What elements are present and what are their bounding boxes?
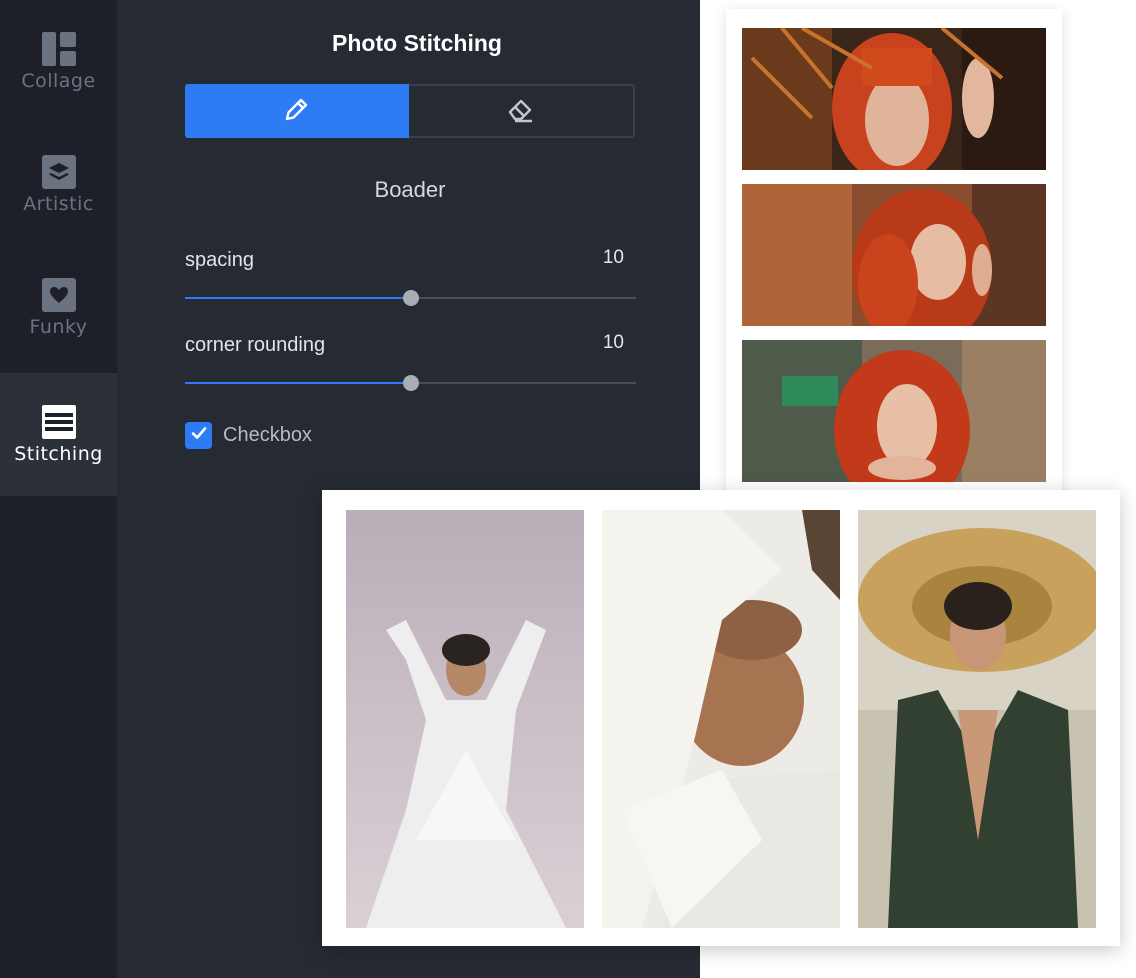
- spacing-slider[interactable]: [185, 290, 636, 306]
- slider-thumb[interactable]: [402, 375, 419, 391]
- photo-straw-hat: [858, 510, 1096, 928]
- slider-thumb[interactable]: [402, 290, 419, 306]
- section-title: Boader: [374, 177, 446, 202]
- sidebar-item-label: Funky: [29, 315, 88, 338]
- mode-toggle: [185, 84, 635, 138]
- sidebar-item-funky[interactable]: Funky: [0, 246, 117, 369]
- panel-title: Photo Stitching: [332, 30, 502, 56]
- heart-icon: [41, 277, 76, 312]
- photo-red-hair-profile: [742, 184, 1046, 326]
- photo-red-hair-portrait: [742, 340, 1046, 482]
- corner-rounding-label: corner rounding: [185, 334, 326, 356]
- sidebar-item-stitching[interactable]: Stitching: [0, 373, 117, 496]
- photo-white-dress: [346, 510, 584, 928]
- sidebar-item-label: Collage: [21, 69, 96, 92]
- corner-rounding-value: 10: [602, 332, 624, 353]
- checkmark-icon: [190, 424, 208, 447]
- vertical-stitch-preview: [726, 9, 1062, 509]
- erase-mode-button[interactable]: [409, 86, 633, 136]
- eraser-icon: [506, 94, 536, 129]
- horizontal-stitch-preview: [322, 490, 1120, 946]
- pencil-icon: [282, 94, 312, 129]
- sidebar-item-artistic[interactable]: Artistic: [0, 123, 117, 246]
- slider-fill: [185, 382, 411, 384]
- draw-mode-button[interactable]: [185, 84, 409, 138]
- sidebar-item-collage[interactable]: Collage: [0, 0, 117, 123]
- sidebar: Collage Artistic Funky Stitching: [0, 0, 117, 978]
- artistic-icon: [41, 154, 76, 189]
- collage-icon: [41, 31, 76, 66]
- photo-red-hair-branches: [742, 28, 1046, 170]
- checkbox[interactable]: [185, 422, 212, 449]
- photo-white-fabric: [602, 510, 840, 928]
- stitching-icon: [41, 404, 76, 439]
- slider-fill: [185, 297, 411, 299]
- spacing-label: spacing: [185, 249, 254, 271]
- spacing-value: 10: [602, 247, 624, 268]
- checkbox-row[interactable]: Checkbox: [185, 422, 312, 449]
- sidebar-item-label: Stitching: [14, 442, 103, 465]
- sidebar-item-label: Artistic: [23, 192, 94, 215]
- corner-rounding-slider[interactable]: [185, 375, 636, 391]
- checkbox-label: Checkbox: [223, 424, 312, 446]
